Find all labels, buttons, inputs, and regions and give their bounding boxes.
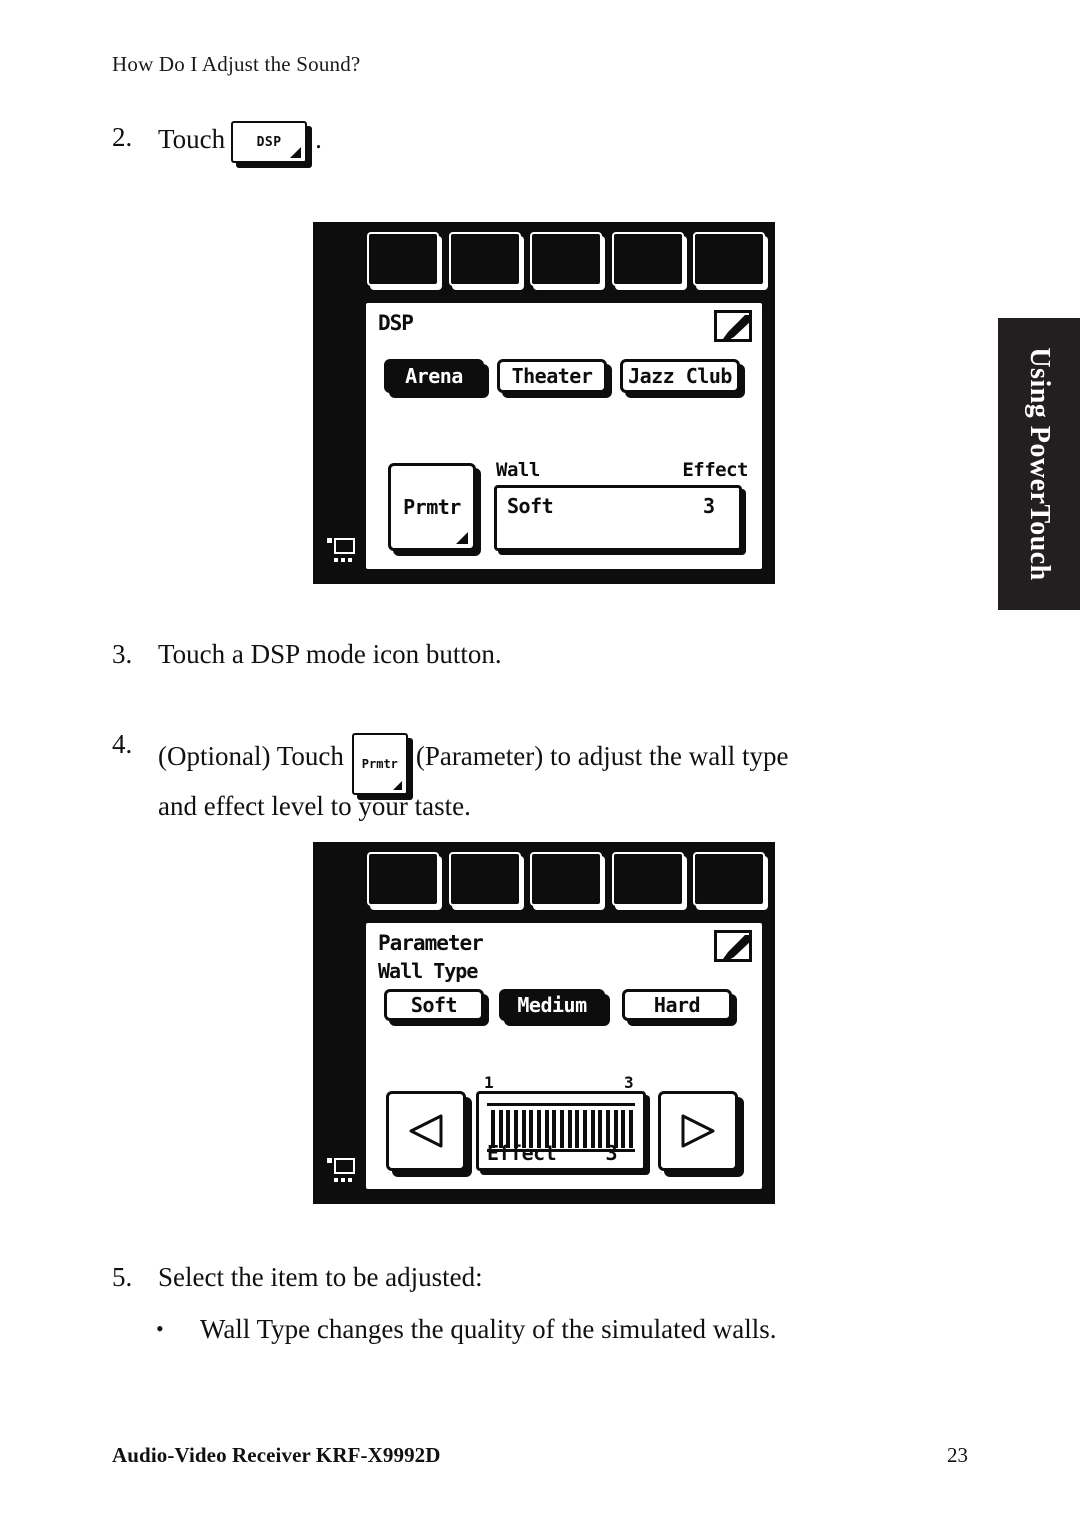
step-3-number: 3. xyxy=(112,639,133,669)
step-4-line-2: and effect level to your taste. xyxy=(158,791,471,821)
running-head: How Do I Adjust the Sound? xyxy=(112,52,361,76)
meter-label: Effect xyxy=(487,1141,557,1165)
function-key[interactable] xyxy=(611,852,684,906)
pencil-icon[interactable] xyxy=(714,310,752,342)
dsp-mode-label: Theater xyxy=(511,364,593,388)
function-key[interactable] xyxy=(611,232,684,286)
readout-value-effect: 3 xyxy=(702,494,715,518)
readout-label-wall: Wall xyxy=(496,459,540,481)
left-triangle-icon xyxy=(409,1114,443,1148)
readout-value-wall: Soft xyxy=(507,494,554,518)
function-key[interactable] xyxy=(367,852,439,906)
meter-scale-max: 3 xyxy=(624,1073,634,1092)
monitor-icon-base xyxy=(334,558,355,562)
device-illustration-dsp: DSP Arena Theater Jazz Club Prmtr Wall E… xyxy=(313,222,775,584)
step-2-number: 2. xyxy=(112,122,133,152)
step-5-number: 5. xyxy=(112,1262,133,1292)
function-key[interactable] xyxy=(448,852,521,906)
function-key-row xyxy=(367,232,765,294)
function-key[interactable] xyxy=(530,852,602,906)
wall-type-label: Hard xyxy=(653,993,701,1017)
monitor-icon-base xyxy=(334,1178,355,1182)
readout-box[interactable]: Soft 3 xyxy=(494,485,742,551)
dsp-mode-button-theater[interactable]: Theater xyxy=(497,359,607,393)
meter-value: 3 xyxy=(605,1141,617,1165)
step-2-body: Touch DSP . xyxy=(158,118,912,163)
footer-page-number: 23 xyxy=(947,1443,968,1467)
step-5-text: Select the item to be adjusted: xyxy=(158,1262,483,1292)
meter-scale-min: 1 xyxy=(484,1073,494,1092)
monitor-icon xyxy=(327,536,357,564)
parameter-soft-button[interactable]: Prmtr xyxy=(388,463,476,551)
step-2: 2. Touch DSP . xyxy=(112,118,912,163)
readout-label-effect: Effect xyxy=(682,459,748,481)
step-3: 3. Touch a DSP mode icon button. xyxy=(112,635,932,673)
wall-type-button-hard[interactable]: Hard xyxy=(622,989,732,1021)
function-key[interactable] xyxy=(693,852,765,906)
function-key-row xyxy=(367,852,765,914)
monitor-icon-dot xyxy=(327,538,332,543)
function-key[interactable] xyxy=(367,232,439,286)
step-4-number: 4. xyxy=(112,729,133,759)
side-thumb-tab: Using PowerTouch xyxy=(998,318,1080,610)
lcd-title: Parameter xyxy=(378,931,484,955)
footer-product-name: Audio-Video Receiver KRF-X9992D xyxy=(112,1443,441,1467)
bullet-icon: • xyxy=(156,1316,164,1341)
step-4: 4. (Optional) Touch Prmtr (Parameter) to… xyxy=(112,725,972,825)
corner-triangle-icon xyxy=(290,147,302,158)
meter-rule-top xyxy=(487,1103,635,1106)
wall-type-button-soft[interactable]: Soft xyxy=(384,989,484,1021)
wall-type-label: Soft xyxy=(410,993,458,1017)
dsp-key-glyph[interactable]: DSP xyxy=(231,121,308,163)
pencil-icon[interactable] xyxy=(714,930,752,962)
step-5: 5. Select the item to be adjusted: xyxy=(112,1258,972,1296)
meter-footer: Effect 3 xyxy=(487,1141,635,1165)
step-5-bullet-text: Wall Type changes the quality of the sim… xyxy=(200,1314,777,1344)
step-5-bullet-item: • Wall Type changes the quality of the s… xyxy=(156,1310,976,1348)
step-2-text-after: . xyxy=(315,124,322,154)
wall-type-section-label: Wall Type xyxy=(378,959,478,983)
step-4-body: (Optional) Touch Prmtr (Parameter) to ad… xyxy=(158,725,972,825)
function-key[interactable] xyxy=(693,232,765,286)
side-thumb-tab-label: Using PowerTouch xyxy=(1024,347,1055,581)
dsp-mode-button-jazz-club[interactable]: Jazz Club xyxy=(620,359,740,393)
function-key[interactable] xyxy=(448,232,521,286)
monitor-icon-dot xyxy=(327,1158,332,1163)
step-3-text: Touch a DSP mode icon button. xyxy=(158,639,502,669)
step-4-text-before: (Optional) Touch xyxy=(158,741,344,771)
monitor-icon-screen xyxy=(334,538,355,554)
corner-triangle-icon xyxy=(456,532,468,544)
device-illustration-parameter: Parameter Wall Type Soft Medium Hard 1 3 xyxy=(313,842,775,1204)
lcd-screen-dsp: DSP Arena Theater Jazz Club Prmtr Wall E… xyxy=(363,300,765,572)
monitor-icon xyxy=(327,1156,357,1184)
corner-triangle-icon xyxy=(392,781,402,790)
dsp-mode-label: Arena xyxy=(405,364,463,388)
parameter-soft-button-label: Prmtr xyxy=(403,495,461,519)
wall-type-label: Medium xyxy=(517,993,587,1017)
effect-meter[interactable]: Effect 3 xyxy=(476,1091,646,1171)
lcd-title: DSP xyxy=(378,311,414,335)
monitor-icon-screen xyxy=(334,1158,355,1174)
decrease-arrow-button[interactable] xyxy=(386,1091,466,1171)
monitor-icon-screen-inner xyxy=(336,1160,353,1172)
lcd-screen-parameter: Parameter Wall Type Soft Medium Hard 1 3 xyxy=(363,920,765,1192)
increase-arrow-button[interactable] xyxy=(658,1091,738,1171)
wall-type-button-medium[interactable]: Medium xyxy=(499,989,605,1021)
monitor-icon-screen-inner xyxy=(336,540,353,552)
step-2-text-before: Touch xyxy=(158,124,226,154)
right-triangle-icon xyxy=(681,1114,715,1148)
prmtr-key-glyph[interactable]: Prmtr xyxy=(351,733,408,795)
dsp-mode-button-arena[interactable]: Arena xyxy=(384,359,484,393)
step-4-text-after: (Parameter) to adjust the wall type xyxy=(415,741,789,771)
function-key[interactable] xyxy=(530,232,602,286)
dsp-mode-label: Jazz Club xyxy=(628,364,732,388)
